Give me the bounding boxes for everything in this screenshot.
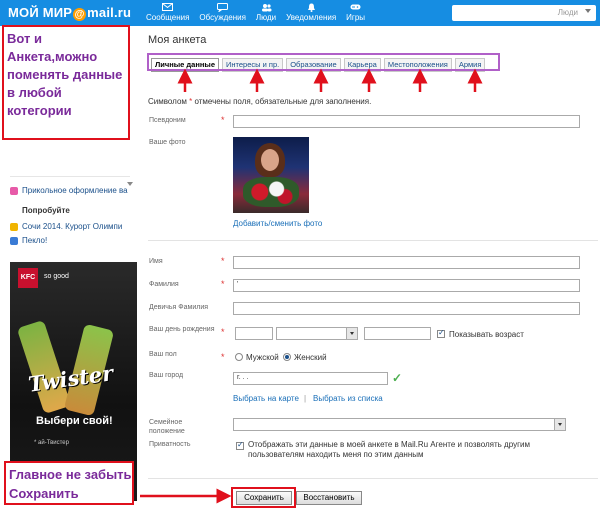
nav-discussions[interactable]: Обсуждения bbox=[199, 2, 246, 22]
choose-from-list-link[interactable]: Выбрать из списка bbox=[313, 394, 383, 403]
chevron-down-icon[interactable] bbox=[554, 419, 565, 430]
people-icon bbox=[260, 2, 272, 12]
sidebar-link-theme-label: Прикольное оформление ва bbox=[22, 186, 128, 195]
sidebar-link-sochi[interactable]: Сочи 2014. Курорт Олимпи bbox=[10, 222, 122, 231]
top-bar: МОЙ МИР @ mail.ru Сообщения Обсуждения Люд… bbox=[0, 0, 600, 26]
nav-notifications[interactable]: Уведомления bbox=[286, 2, 336, 22]
sidebar-link-theme[interactable]: Прикольное оформление ва bbox=[10, 186, 128, 195]
link-separator: | bbox=[304, 394, 307, 403]
nav-messages-label: Сообщения bbox=[146, 13, 190, 22]
nav-discussions-label: Обсуждения bbox=[199, 13, 246, 22]
first-name-label: Имя bbox=[149, 258, 163, 265]
logo-text: МОЙ МИР bbox=[8, 5, 73, 20]
chevron-down-icon[interactable] bbox=[346, 328, 357, 339]
restore-button[interactable]: Восстановить bbox=[296, 491, 362, 505]
ad-fine-print: * ай-Твистер bbox=[34, 440, 69, 446]
checkmark-icon: ✓ bbox=[392, 371, 403, 385]
change-photo-link[interactable]: Добавить/сменить фото bbox=[233, 219, 322, 228]
show-age-checkbox[interactable] bbox=[437, 328, 445, 338]
birthday-label: Ваш день рождения bbox=[149, 326, 215, 333]
maiden-name-label: Девичья Фамилия bbox=[149, 304, 209, 311]
search-placeholder: Люди bbox=[557, 8, 578, 17]
annotation-tabs-outline bbox=[147, 53, 500, 71]
city-field[interactable]: г. . . bbox=[233, 372, 388, 385]
required-marker: * bbox=[221, 327, 225, 337]
annotation-bottom-note: Главное не забыть Сохранить bbox=[4, 461, 134, 505]
required-hint-suffix: отмечены поля, обязательные для заполнен… bbox=[192, 97, 372, 106]
annotation-save-outline bbox=[231, 487, 296, 508]
nav-messages[interactable]: Сообщения bbox=[146, 2, 189, 22]
city-label: Ваш город bbox=[149, 372, 184, 379]
gender-male-label: Мужской bbox=[246, 353, 279, 362]
nav-games-label: Игры bbox=[346, 13, 366, 22]
smiley-icon bbox=[10, 236, 18, 245]
gender-female-label: Женский bbox=[294, 353, 327, 362]
privacy-label: Приватность bbox=[149, 441, 191, 448]
section-divider bbox=[148, 240, 598, 241]
site-logo[interactable]: МОЙ МИР @ mail.ru bbox=[8, 5, 131, 21]
sidebar-divider bbox=[10, 176, 130, 177]
chat-icon bbox=[217, 2, 229, 12]
nav-people-label: Люди bbox=[255, 13, 277, 22]
sidebar-link-peklo-label: Пекло! bbox=[22, 236, 48, 245]
privacy-checkbox[interactable] bbox=[236, 440, 244, 450]
annotation-bottom-text: Главное не забыть Сохранить bbox=[9, 467, 132, 501]
page-title: Моя анкета bbox=[148, 34, 207, 46]
privacy-text: Отображать эти данные в моей анкете в Ma… bbox=[248, 440, 530, 459]
required-marker: * bbox=[221, 279, 225, 289]
chevron-down-icon[interactable] bbox=[585, 9, 591, 13]
gamepad-icon bbox=[350, 2, 362, 12]
profile-photo bbox=[233, 137, 309, 213]
required-marker: * bbox=[221, 256, 225, 266]
photo-label: Ваше фото bbox=[149, 139, 186, 146]
sidebar-link-peklo[interactable]: Пекло! bbox=[10, 236, 47, 245]
annotation-top-text: Вот и Анкета,можно поменять данные в люб… bbox=[7, 31, 123, 118]
nickname-label: Псевдоним bbox=[149, 117, 186, 124]
last-name-label: Фамилия bbox=[149, 281, 179, 288]
first-name-field[interactable] bbox=[233, 256, 580, 269]
sidebar-link-sochi-label: Сочи 2014. Курорт Олимпи bbox=[22, 222, 123, 231]
logo-at: @ bbox=[73, 8, 87, 21]
ad-cta: Выбери свой! bbox=[36, 415, 113, 427]
required-hint-prefix: Символом bbox=[148, 97, 190, 106]
nickname-field[interactable] bbox=[233, 115, 580, 128]
section-divider bbox=[148, 478, 598, 479]
required-marker: * bbox=[221, 352, 225, 362]
people-search[interactable]: Люди bbox=[452, 5, 596, 21]
heart-icon bbox=[10, 186, 18, 195]
ad-tagline: so good bbox=[44, 273, 69, 280]
photo-flowers bbox=[243, 177, 299, 207]
maiden-name-field[interactable] bbox=[233, 302, 580, 315]
required-marker: * bbox=[221, 115, 225, 125]
show-age-label: Показывать возраст bbox=[449, 330, 524, 339]
choose-on-map-link[interactable]: Выбрать на карте bbox=[233, 394, 299, 403]
birth-day-field[interactable] bbox=[235, 327, 273, 340]
birth-year-field[interactable] bbox=[364, 327, 431, 340]
main-nav: Сообщения Обсуждения Люди Уведомления Иг… bbox=[146, 2, 375, 22]
nav-games[interactable]: Игры bbox=[346, 2, 365, 22]
kfc-logo: KFC bbox=[18, 268, 38, 288]
last-name-field[interactable]: ' bbox=[233, 279, 580, 292]
logo-domain: mail.ru bbox=[87, 5, 132, 20]
nav-notifications-label: Уведомления bbox=[286, 13, 337, 22]
sidebar-try-heading: Попробуйте bbox=[22, 206, 70, 215]
nav-people[interactable]: Люди bbox=[256, 2, 276, 22]
gender-male-radio[interactable] bbox=[235, 353, 243, 361]
bell-icon bbox=[305, 2, 317, 12]
gender-label: Ваш пол bbox=[149, 351, 177, 358]
olympic-icon bbox=[10, 222, 18, 231]
photo-face bbox=[261, 149, 279, 171]
birth-month-select[interactable] bbox=[276, 327, 358, 340]
annotation-top-note: Вот и Анкета,можно поменять данные в люб… bbox=[2, 25, 130, 140]
envelope-icon bbox=[162, 2, 174, 12]
gender-female-radio[interactable] bbox=[283, 353, 291, 361]
marital-label: Семейное положение bbox=[149, 419, 185, 435]
marital-status-select[interactable] bbox=[233, 418, 566, 431]
required-hint: Символом * отмечены поля, обязательные д… bbox=[148, 97, 371, 106]
